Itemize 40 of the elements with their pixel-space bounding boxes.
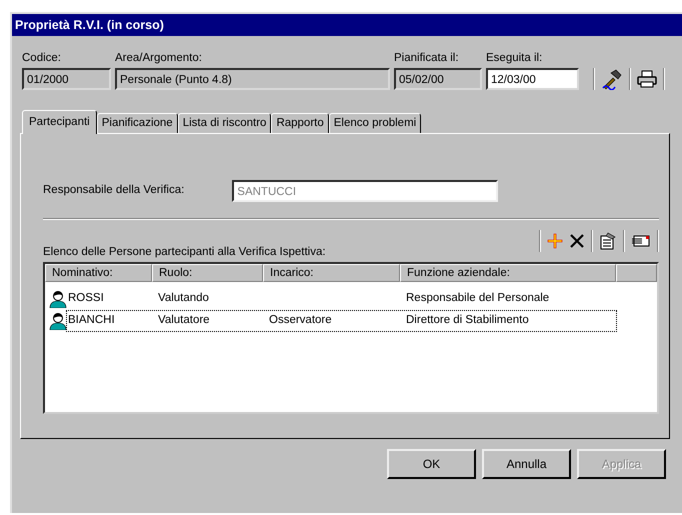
person-icon <box>49 290 67 308</box>
field-label: Eseguita il: <box>486 51 544 66</box>
column-header[interactable]: Funzione aziendale: <box>400 264 616 282</box>
tab[interactable]: Elenco problemi <box>328 113 422 133</box>
table-row[interactable]: BIANCHI Valutatore Osservatore Direttore di Stabilimento <box>67 311 616 331</box>
table-cell-text: BIANCHI <box>67 313 116 328</box>
field-label: Responsabile della Verifica: <box>43 183 184 198</box>
readonly-field: 05/02/00 <box>394 68 482 90</box>
delete-icon[interactable] <box>569 233 585 249</box>
card-icon[interactable] <box>631 234 651 248</box>
table-row[interactable]: ROSSI Valutando Responsabile del Personale <box>67 289 616 309</box>
tab[interactable]: Partecipanti <box>22 110 97 134</box>
add-icon[interactable] <box>547 233 563 249</box>
window-title: Proprietà R.V.I. (in corso) <box>12 14 682 36</box>
tab[interactable]: Lista di riscontro <box>178 113 272 133</box>
hammer-icon[interactable] <box>601 68 623 90</box>
table-cell-text: Valutatore <box>157 313 211 328</box>
tab[interactable]: Rapporto <box>271 113 329 133</box>
table-cell-text: ROSSI <box>67 291 105 306</box>
table-cell-text: Responsabile del Personale <box>405 291 550 306</box>
person-icon <box>49 312 67 330</box>
readonly-field: 01/2000 <box>22 68 111 90</box>
dialog-button[interactable]: Annulla <box>482 449 571 479</box>
readonly-field: Personale (Punto 4.8) <box>115 68 390 90</box>
field-label: Pianificata il: <box>394 51 460 66</box>
field-label: Area/Argomento: <box>115 51 203 66</box>
table-cell-text: Direttore di Stabilimento <box>405 313 530 328</box>
dialog-button[interactable]: OK <box>387 449 476 479</box>
column-header[interactable]: Nominativo: <box>45 264 152 282</box>
properties-icon[interactable] <box>599 232 617 250</box>
field-label: Codice: <box>22 51 62 66</box>
blank-column-header[interactable] <box>616 264 657 282</box>
date-field[interactable]: 12/03/00 <box>486 68 579 90</box>
column-header[interactable]: Ruolo: <box>152 264 263 282</box>
tab[interactable]: Pianificazione <box>96 113 178 133</box>
table-cell-text: Osservatore <box>268 313 333 328</box>
column-header[interactable]: Incarico: <box>263 264 400 282</box>
table-cell-text: Valutando <box>157 291 210 306</box>
printer-icon[interactable] <box>637 70 657 88</box>
list-label: Elenco delle Persone partecipanti alla Verifica Ispettiva: <box>43 245 327 260</box>
